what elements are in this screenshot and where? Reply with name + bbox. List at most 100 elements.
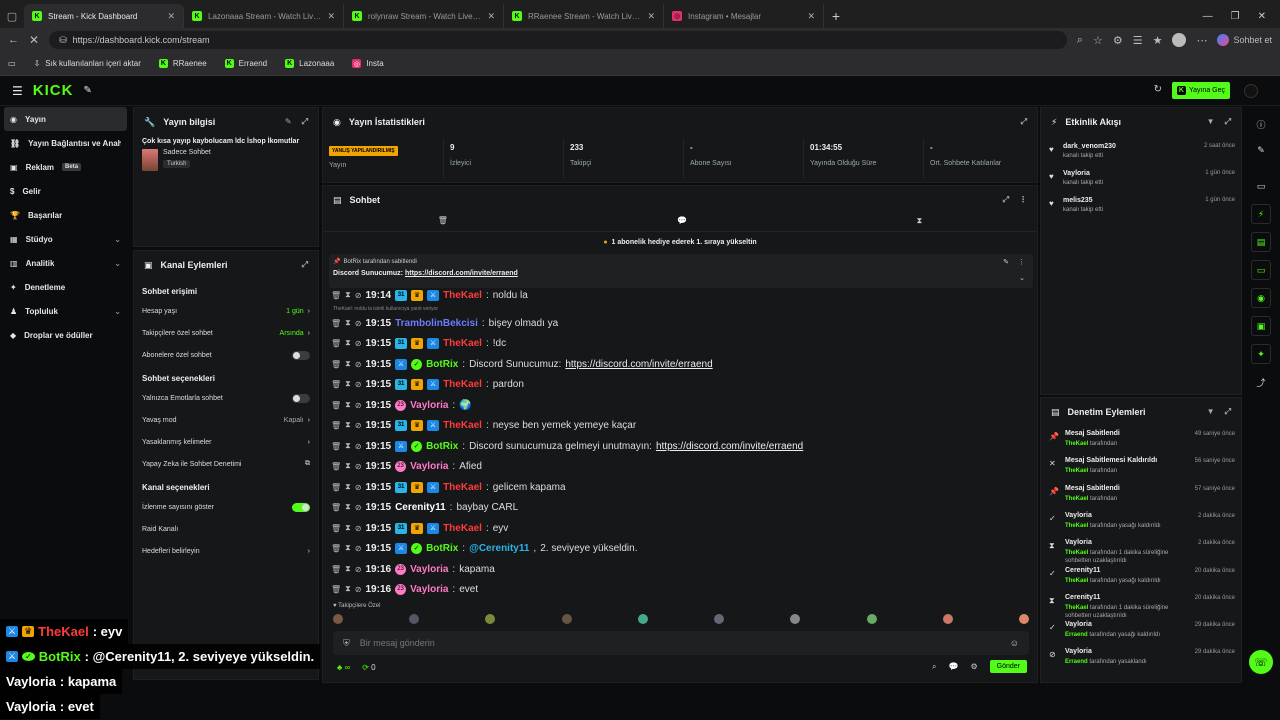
trash-icon[interactable]: 🗑 <box>438 216 448 231</box>
delete-icon[interactable]: 🗑 <box>331 442 341 451</box>
user-avatar[interactable] <box>1244 84 1258 98</box>
timeout-icon[interactable]: ⧗ <box>345 482 351 492</box>
delete-icon[interactable]: 🗑 <box>331 291 341 300</box>
message-username[interactable]: Vayloria <box>410 400 448 411</box>
nav-item-0[interactable]: ◉ Yayın <box>4 107 127 131</box>
filter-icon[interactable]: ▼ <box>1207 117 1215 127</box>
points-indicator[interactable]: ⟳ 0 <box>362 663 375 672</box>
popout-icon[interactable]: ⤢ <box>302 117 308 127</box>
message-username[interactable]: BotRix <box>426 543 458 554</box>
avatar[interactable] <box>1018 614 1029 624</box>
chat-bubble-icon[interactable]: 💬 <box>677 216 687 231</box>
avatar[interactable] <box>942 614 953 624</box>
timeout-icon[interactable]: ⧗ <box>345 420 351 430</box>
tab-actions-icon[interactable]: ▢ <box>0 4 24 28</box>
message-username[interactable]: TheKael <box>443 420 482 431</box>
ban-icon[interactable]: ⊘ <box>355 380 362 389</box>
avatar[interactable] <box>485 614 496 624</box>
account-age-row[interactable]: Hesap yaşı 1 gün › <box>134 300 318 322</box>
message-username[interactable]: TheKael <box>443 482 482 493</box>
message-username[interactable]: Vayloria <box>410 461 448 472</box>
ban-icon[interactable]: ⊘ <box>355 401 362 410</box>
nav-item-7[interactable]: ✦ Denetleme <box>0 275 131 299</box>
list-icon[interactable]: ▤ <box>1251 232 1271 252</box>
restore-icon[interactable]: ❐ <box>1231 11 1240 22</box>
refresh-icon[interactable]: ↻ <box>1154 84 1162 95</box>
delete-icon[interactable]: 🗑 <box>331 503 341 512</box>
more-icon[interactable]: ⋯ <box>1196 34 1207 47</box>
followers-only-row[interactable]: Takipçilere özel sohbet Arsında › <box>134 322 318 344</box>
delete-icon[interactable]: 🗑 <box>331 565 341 574</box>
moderator-name[interactable]: TheKael <box>1065 605 1088 611</box>
moderator-name[interactable]: TheKael <box>1065 578 1088 584</box>
popout-icon[interactable]: ⤢ <box>1021 117 1027 127</box>
share-icon[interactable]: ⤴ <box>1251 372 1271 392</box>
nav-item-2[interactable]: ▣ Reklam Beta <box>0 155 131 179</box>
bookmark-item[interactable]: K Erraend <box>224 59 267 68</box>
ban-icon[interactable]: ⊘ <box>355 319 362 328</box>
message-username[interactable]: Vayloria <box>410 564 448 575</box>
timeout-icon[interactable]: ⧗ <box>345 441 351 451</box>
nav-item-5[interactable]: ▦ Stüdyo ⌄ <box>0 227 131 251</box>
moderator-name[interactable]: TheKael <box>1065 468 1088 474</box>
nav-item-3[interactable]: $ Gelir <box>0 179 131 203</box>
chat-input[interactable]: ⛨ Bir mesaj gönderin ☺ <box>333 631 1029 655</box>
filter-icon[interactable]: ▼ <box>1207 407 1215 417</box>
goals-row[interactable]: Hedefleri belirleyin › <box>134 540 318 562</box>
reading-list-icon[interactable]: ▭ <box>8 59 16 68</box>
moderator-name[interactable]: TheKael <box>1065 496 1088 502</box>
extensions-icon[interactable]: ⚙ <box>1113 34 1123 47</box>
nav-item-6[interactable]: ▥ Analitik ⌄ <box>0 251 131 275</box>
window-close-icon[interactable]: ✕ <box>1258 11 1266 22</box>
delete-icon[interactable]: 🗑 <box>331 421 341 430</box>
bookmark-item[interactable]: ⇩ Sık kullanılanları içeri aktar <box>34 59 141 68</box>
ban-icon[interactable]: ⊘ <box>355 565 362 574</box>
ban-icon[interactable]: ⊘ <box>355 339 362 348</box>
edit-icon[interactable]: ✎ <box>1251 140 1271 160</box>
popout-icon[interactable]: ⤢ <box>302 260 308 270</box>
popout-icon[interactable]: ⤢ <box>1225 117 1231 127</box>
more-icon[interactable]: ⋮ <box>1019 195 1027 205</box>
delete-icon[interactable]: 🗑 <box>331 339 341 348</box>
avatar[interactable] <box>333 614 343 624</box>
hourglass-icon[interactable]: ⧗ <box>917 216 923 231</box>
save-icon[interactable]: ▣ <box>1251 316 1271 336</box>
edit-icon[interactable]: ✎ <box>285 117 292 127</box>
delete-icon[interactable]: 🗑 <box>331 544 341 553</box>
chat-bubble-icon[interactable]: 💬 <box>949 662 959 671</box>
settings-icon[interactable]: ⚙ <box>970 662 977 671</box>
delete-icon[interactable]: 🗑 <box>331 380 341 389</box>
nav-item-8[interactable]: ♟ Topluluk ⌄ <box>0 299 131 323</box>
avatar[interactable] <box>409 614 420 624</box>
ban-icon[interactable]: ⊘ <box>355 503 362 512</box>
message-username[interactable]: TheKael <box>443 523 482 534</box>
favorite-icon[interactable]: ☆ <box>1093 34 1103 47</box>
moderator-name[interactable]: Erraend <box>1065 659 1088 665</box>
message-mention[interactable]: @Cerenity11 <box>469 543 529 554</box>
target-icon[interactable]: ◉ <box>1251 288 1271 308</box>
moderator-name[interactable]: TheKael <box>1065 523 1088 529</box>
timeout-icon[interactable]: ⧗ <box>345 400 351 410</box>
timeout-icon[interactable]: ⧗ <box>345 564 351 574</box>
delete-icon[interactable]: 🗑 <box>331 360 341 369</box>
ban-icon[interactable]: ⊘ <box>355 360 362 369</box>
url-input[interactable]: ⛁ https://dashboard.kick.com/stream <box>49 31 1067 49</box>
delete-icon[interactable]: 🗑 <box>331 319 341 328</box>
go-live-button[interactable]: K Yayına Geç <box>1171 82 1230 99</box>
message-link[interactable]: https://discord.com/invite/erraend <box>565 359 712 370</box>
message-link[interactable]: https://discord.com/invite/erraend <box>656 441 803 452</box>
close-tab-icon[interactable]: ✕ <box>647 11 655 22</box>
browser-tab[interactable]: Krolynraw Stream - Watch Live on Kick ✕ <box>344 4 504 28</box>
timeout-icon[interactable]: ⧗ <box>345 584 351 594</box>
close-tab-icon[interactable]: ✕ <box>487 11 495 22</box>
more-icon[interactable]: ⋮ <box>1018 258 1025 266</box>
activity-item[interactable]: ♥ dark_venom230 kanalı takip etti 2 saat ön… <box>1049 141 1237 167</box>
menu-icon[interactable]: ☰ <box>12 84 23 98</box>
browser-tab[interactable]: K RRaenee Stream - Watch Live on Kick ✕ <box>504 4 664 28</box>
send-button[interactable]: Gönder <box>989 660 1027 673</box>
message-username[interactable]: TrambolinBekcisi <box>395 318 478 329</box>
raid-row[interactable]: Raid Kanalı <box>134 518 318 540</box>
message-username[interactable]: Cerenity11 <box>395 502 446 513</box>
browser-tab[interactable]: ◎ Instagram • Mesajlar ✕ <box>664 4 824 28</box>
message-username[interactable]: TheKael <box>443 290 482 301</box>
